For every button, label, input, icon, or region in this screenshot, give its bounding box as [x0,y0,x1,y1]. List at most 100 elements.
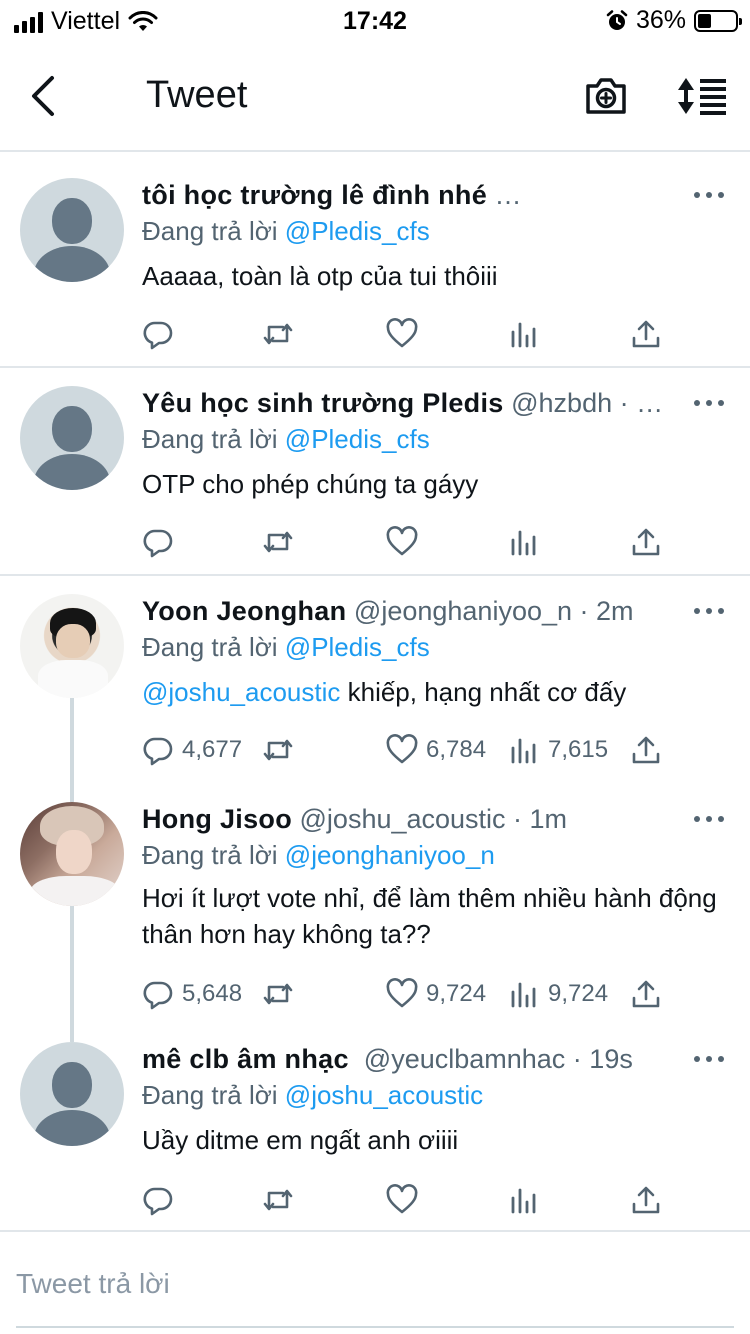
tweet[interactable]: mê clb âm nhạc @yeuclbamnhac · 19s Đang … [0,1034,750,1230]
status-right: 36% [606,6,742,35]
tweet[interactable]: Yêu học sinh trường Pledis @hzbdh · … Đa… [0,368,750,576]
user-name[interactable]: mê clb âm nhạc [142,1044,349,1074]
like-button[interactable] [386,524,426,560]
replying-to-label: Đang trả lời [142,840,278,870]
share-button[interactable] [630,1182,662,1218]
analytics-icon [511,530,536,556]
replying-to: Đang trả lời @joshu_acoustic [142,1078,483,1112]
retweet-button[interactable] [262,976,302,1012]
camera-plus-icon[interactable] [584,74,628,118]
reply-count: 4,677 [182,736,243,763]
heart-icon [386,526,418,556]
battery-icon [694,9,742,32]
retweet-button[interactable] [262,524,302,560]
retweet-icon [263,531,293,553]
tweet-header: mê clb âm nhạc @yeuclbamnhac · 19s [142,1042,680,1076]
tweet[interactable]: Hong Jisoo @joshu_acoustic · 1m Đang trả… [0,794,750,1034]
share-icon [632,980,660,1008]
reply-button[interactable]: 4,677 [142,732,242,768]
views-count: 9,724 [548,980,609,1007]
views-button[interactable]: 9,724 [508,976,608,1012]
avatar[interactable] [20,1042,124,1146]
battery-fill [698,13,711,28]
share-icon [632,1186,660,1214]
user-handle: @hzbdh · … [511,388,664,418]
like-button[interactable] [386,1182,426,1218]
sort-icon[interactable] [676,76,728,116]
share-button[interactable] [630,976,662,1012]
like-button[interactable] [386,316,426,352]
status-bar: Viettel 17:42 36% [0,0,750,40]
replying-to-mention[interactable]: @Pledis_cfs [285,424,430,454]
replying-to-label: Đang trả lời [142,1080,278,1110]
replying-to-mention[interactable]: @Pledis_cfs [285,216,430,246]
nav-header: Tweet [0,40,750,152]
reply-icon [143,737,173,766]
reply-button[interactable]: 5,648 [142,976,242,1012]
tweet-header: tôi học trường lê đình nhé … [142,178,680,212]
tweet[interactable]: tôi học trường lê đình nhé … Đang trả lờ… [0,154,750,368]
tweet-header: Yêu học sinh trường Pledis @hzbdh · … [142,386,680,420]
tweet-text: Aaaaa, toàn là otp của tui thôiii [142,261,498,291]
more-icon[interactable] [694,605,724,617]
avatar[interactable] [20,802,124,906]
heart-icon [386,978,418,1008]
avatar[interactable] [20,178,124,282]
retweet-button[interactable] [262,1182,302,1218]
analytics-icon [511,322,536,348]
tweet[interactable]: Yoon Jeonghan @jeonghaniyoo_n · 2m Đang … [0,576,750,794]
reply-button[interactable] [142,1182,182,1218]
reply-button[interactable] [142,524,182,560]
views-button[interactable] [508,524,548,560]
replying-to-mention[interactable]: @Pledis_cfs [285,632,430,662]
analytics-icon [511,738,536,764]
avatar[interactable] [20,594,124,698]
replying-to-mention[interactable]: @joshu_acoustic [285,1080,483,1110]
avatar[interactable] [20,386,124,490]
more-icon[interactable] [694,813,724,825]
user-name[interactable]: Hong Jisoo [142,804,292,834]
back-icon[interactable] [24,72,64,120]
replying-to-label: Đang trả lời [142,216,278,246]
replying-to: Đang trả lời @Pledis_cfs [142,630,430,664]
retweet-icon [263,1189,293,1211]
replying-to-mention[interactable]: @jeonghaniyoo_n [285,840,495,870]
more-icon[interactable] [694,1053,724,1065]
share-button[interactable] [630,316,662,352]
heart-icon [386,1184,418,1214]
views-button[interactable]: 7,615 [508,732,608,768]
replying-to-label: Đang trả lời [142,424,278,454]
reply-input[interactable] [16,1264,716,1304]
replying-to: Đang trả lời @Pledis_cfs [142,422,430,456]
user-name[interactable]: tôi học trường lê đình nhé [142,180,487,210]
reply-button[interactable] [142,316,182,352]
battery-percent: 36% [635,6,686,34]
share-button[interactable] [630,524,662,560]
reply-icon [143,529,173,558]
tweet-text: @joshu_acoustic khiếp, hạng nhất cơ đấy [142,674,720,710]
views-button[interactable] [508,1182,548,1218]
retweet-button[interactable] [262,732,302,768]
alarm-icon [606,9,628,30]
user-handle: @joshu_acoustic · 1m [299,804,568,834]
like-button[interactable]: 6,784 [386,732,486,768]
retweet-icon [263,739,293,761]
retweet-button[interactable] [262,316,302,352]
like-count: 6,784 [426,736,487,763]
like-button[interactable]: 9,724 [386,976,486,1012]
reply-icon [143,981,173,1010]
share-button[interactable] [630,732,662,768]
share-icon [632,736,660,764]
views-button[interactable] [508,316,548,352]
user-name[interactable]: Yoon Jeonghan [142,596,346,626]
replying-to: Đang trả lời @Pledis_cfs [142,214,430,248]
text-mention[interactable]: @joshu_acoustic [142,677,340,707]
tweet-actions [142,1182,672,1218]
user-name[interactable]: Yêu học sinh trường Pledis [142,388,504,418]
reply-icon [143,1187,173,1216]
tweet-actions [142,316,672,352]
reply-composer [0,1230,750,1334]
analytics-icon [511,982,536,1008]
more-icon[interactable] [694,397,724,409]
more-icon[interactable] [694,189,724,201]
